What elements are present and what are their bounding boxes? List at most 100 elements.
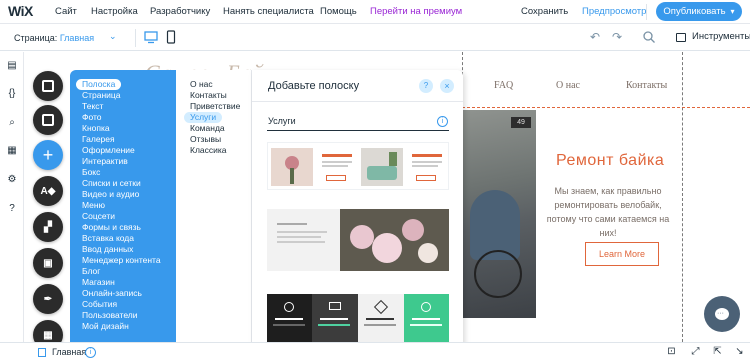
hero-photo[interactable]: 49: [462, 110, 536, 318]
help-icon[interactable]: ?: [6, 203, 18, 215]
photo-badge: 49: [511, 117, 531, 128]
zoom-icon[interactable]: [642, 30, 656, 44]
subcategory-classic[interactable]: Классика: [190, 145, 227, 156]
close-button[interactable]: ×: [440, 79, 454, 93]
strip-template-3[interactable]: [267, 294, 449, 348]
category-interactive[interactable]: Интерактив: [82, 156, 128, 167]
thumb-text-block: [316, 148, 358, 186]
category-blog[interactable]: Блог: [82, 266, 100, 277]
code-icon[interactable]: {}: [6, 88, 18, 100]
site-nav-faq[interactable]: FAQ: [494, 80, 513, 91]
category-photo[interactable]: Фото: [82, 112, 102, 123]
crop-icon[interactable]: ⊡: [666, 346, 677, 357]
tools-icon[interactable]: [676, 33, 686, 42]
help-button[interactable]: ?: [419, 79, 433, 93]
current-page-label[interactable]: Главная: [52, 347, 86, 357]
category-store[interactable]: Магазин: [82, 277, 115, 288]
subcategory-contacts[interactable]: Контакты: [190, 90, 227, 101]
category-input[interactable]: Ввод данных: [82, 244, 133, 255]
add-plus-icon[interactable]: +: [33, 140, 63, 170]
category-my-design[interactable]: Мой дизайн: [82, 321, 129, 332]
expand-icon[interactable]: ⇱: [712, 346, 723, 357]
blog-icon[interactable]: ✒: [33, 284, 63, 314]
site-nav-contacts[interactable]: Контакты: [626, 80, 667, 91]
menu-hire-expert[interactable]: Нанять специалиста: [223, 6, 314, 17]
publish-button[interactable]: Опубликовать ▾: [656, 2, 742, 21]
mobile-view-icon[interactable]: [166, 30, 176, 44]
theme-icon[interactable]: A◆: [33, 176, 63, 206]
site-nav-about[interactable]: О нас: [556, 80, 580, 91]
publish-label: Опубликовать: [663, 6, 726, 17]
category-social[interactable]: Соцсети: [82, 211, 115, 222]
menu-developer[interactable]: Разработчику: [150, 6, 210, 17]
search-icon[interactable]: ⌕: [6, 117, 18, 129]
category-text[interactable]: Текст: [82, 101, 103, 112]
upgrade-premium-link[interactable]: Перейти на премиум: [370, 6, 462, 17]
category-events[interactable]: События: [82, 299, 117, 310]
chat-icon: ···: [715, 308, 729, 320]
hero-text[interactable]: Мы знаем, как правильно ремонтировать ве…: [543, 184, 673, 240]
chevron-down-icon[interactable]: ▾: [731, 7, 735, 16]
tools-button[interactable]: Инструменты: [692, 31, 750, 42]
subcategory-reviews[interactable]: Отзывы: [190, 134, 221, 145]
menu-help[interactable]: Помощь: [320, 6, 357, 17]
info-icon[interactable]: i: [85, 347, 96, 358]
divider: [646, 4, 647, 20]
strip-template-1[interactable]: [267, 142, 449, 190]
section-divider: [267, 130, 449, 131]
hero-title[interactable]: Ремонт байка: [556, 152, 664, 170]
category-lists[interactable]: Списки и сетки: [82, 178, 141, 189]
add-menu-icon[interactable]: [33, 71, 63, 101]
undo-icon[interactable]: ↶: [590, 30, 600, 44]
apps-icon[interactable]: ▞: [33, 212, 63, 242]
category-menu[interactable]: Меню: [82, 200, 105, 211]
category-forms[interactable]: Формы и связь: [82, 222, 141, 233]
page-icon: [38, 348, 46, 357]
settings-icon[interactable]: ⚙: [6, 174, 18, 186]
category-video[interactable]: Видео и аудио: [82, 189, 139, 200]
page-selector[interactable]: Страница: Главная: [14, 33, 94, 43]
category-box[interactable]: Бокс: [82, 167, 100, 178]
category-cms[interactable]: Менеджер контента: [82, 255, 161, 266]
info-icon[interactable]: i: [437, 116, 448, 127]
save-button[interactable]: Сохранить: [521, 6, 568, 17]
media-icon[interactable]: ▣: [33, 248, 63, 278]
menu-settings[interactable]: Настройка: [91, 6, 138, 17]
chevron-down-icon[interactable]: ⌄: [109, 31, 117, 42]
divider: [135, 29, 136, 47]
subcategory-team[interactable]: Команда: [190, 123, 225, 134]
category-booking[interactable]: Онлайн-запись: [82, 288, 142, 299]
subcategory-services[interactable]: Услуги: [184, 112, 223, 123]
strip-template-2[interactable]: [267, 209, 449, 271]
background-icon[interactable]: [33, 105, 63, 135]
service-card: [358, 294, 404, 348]
fit-screen-icon[interactable]: ⤢: [690, 346, 701, 357]
wix-logo[interactable]: WiX: [8, 3, 33, 19]
subcategory-about[interactable]: О нас: [190, 79, 213, 90]
desktop-view-icon[interactable]: [144, 30, 158, 44]
category-button[interactable]: Кнопка: [82, 123, 110, 134]
category-strip[interactable]: Полоска: [76, 79, 122, 90]
preview-button[interactable]: Предпросмотр: [582, 6, 646, 17]
thumb-text-line: [277, 241, 325, 243]
service-card: [312, 294, 358, 348]
menu-site[interactable]: Сайт: [55, 6, 77, 17]
learn-more-button[interactable]: Learn More: [585, 242, 659, 266]
divider: [252, 101, 463, 102]
header-boundary: [462, 107, 750, 108]
category-page[interactable]: Страница: [82, 90, 121, 101]
gridline: [682, 52, 683, 342]
chat-button[interactable]: ···: [704, 296, 740, 332]
category-decoration[interactable]: Оформление: [82, 145, 135, 156]
data-icon[interactable]: ▦: [6, 145, 18, 157]
subcategory-welcome[interactable]: Приветствие: [190, 101, 240, 112]
category-gallery[interactable]: Галерея: [82, 134, 115, 145]
redo-icon[interactable]: ↷: [612, 30, 622, 44]
page-selector-label: Страница:: [14, 33, 58, 43]
page-selector-value: Главная: [59, 33, 95, 43]
resize-icon[interactable]: ↘: [734, 346, 745, 357]
pages-icon[interactable]: ▤: [6, 60, 18, 72]
thumb-text-line: [277, 236, 321, 238]
category-members[interactable]: Пользователи: [82, 310, 137, 321]
category-embed[interactable]: Вставка кода: [82, 233, 134, 244]
